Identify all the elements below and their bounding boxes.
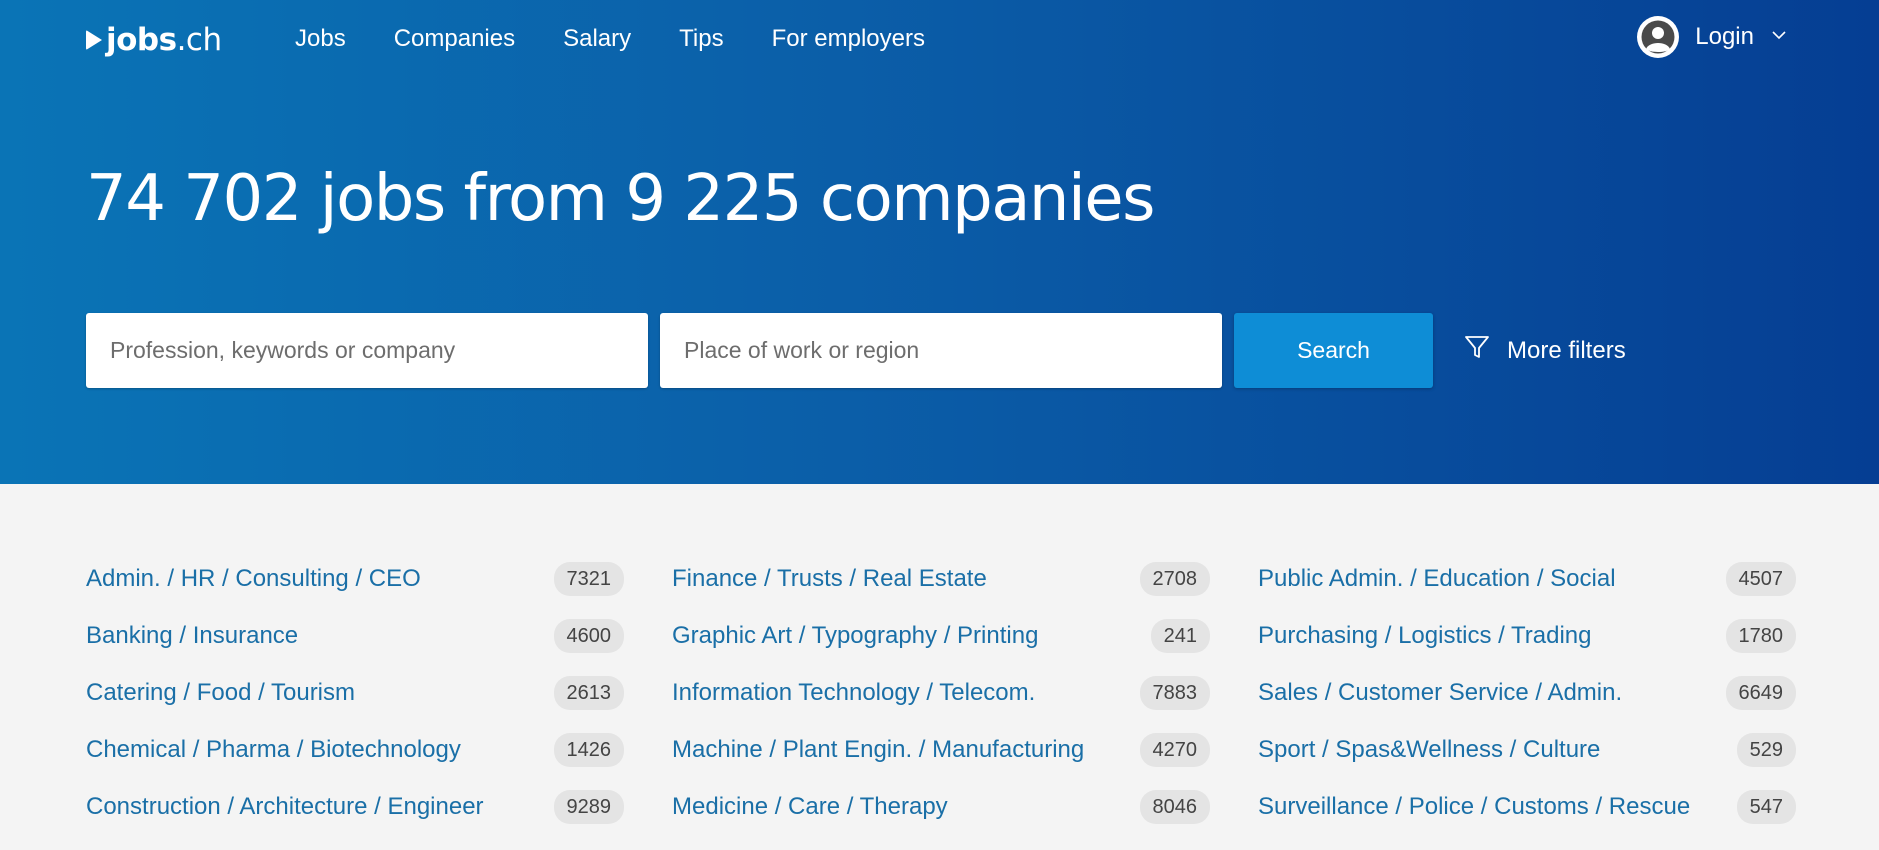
- category-label: Medicine / Care / Therapy: [672, 792, 948, 820]
- category-label: Graphic Art / Typography / Printing: [672, 621, 1039, 649]
- login-menu-button[interactable]: Login: [1639, 18, 1786, 56]
- category-label: Machine / Plant Engin. / Manufacturing: [672, 735, 1085, 763]
- category-column-2: Finance / Trusts / Real Estate 2708 Graph…: [672, 550, 1210, 835]
- category-item[interactable]: Admin. / HR / Consulting / CEO 7321: [86, 550, 624, 607]
- category-count-badge: 2613: [553, 675, 624, 710]
- category-count-badge: 6649: [1725, 675, 1796, 710]
- location-search-input[interactable]: [660, 313, 1222, 388]
- jobs-ch-logo[interactable]: jobs.ch: [86, 22, 222, 58]
- login-label: Login: [1695, 23, 1754, 50]
- category-item[interactable]: Graphic Art / Typography / Printing 241: [672, 607, 1210, 664]
- category-label: Catering / Food / Tourism: [86, 678, 356, 706]
- category-count-badge: 1780: [1725, 618, 1796, 653]
- hero-section: jobs.ch Jobs Companies Salary Tips For e…: [0, 0, 1879, 484]
- avatar-icon: [1639, 18, 1678, 56]
- category-item[interactable]: Medicine / Care / Therapy 8046: [672, 778, 1210, 835]
- category-label: Chemical / Pharma / Biotechnology: [86, 735, 461, 763]
- category-item[interactable]: Banking / Insurance 4600: [86, 607, 624, 664]
- nav-item-salary[interactable]: Salary: [563, 24, 631, 54]
- search-button[interactable]: Search: [1234, 313, 1433, 388]
- category-count-badge: 529: [1736, 732, 1796, 767]
- category-count-badge: 7321: [553, 561, 624, 596]
- filter-funnel-icon: [1463, 333, 1507, 368]
- category-count-badge: 241: [1150, 618, 1210, 653]
- category-label: Purchasing / Logistics / Trading: [1258, 621, 1592, 649]
- main-nav: Jobs Companies Salary Tips For employers: [295, 24, 973, 54]
- category-column-3: Public Admin. / Education / Social 4507 P…: [1258, 550, 1796, 835]
- nav-item-tips[interactable]: Tips: [679, 24, 723, 54]
- category-column-1: Admin. / HR / Consulting / CEO 7321 Banki…: [86, 550, 624, 835]
- category-item[interactable]: Information Technology / Telecom. 7883: [672, 664, 1210, 721]
- chevron-down-icon: [1772, 28, 1786, 47]
- category-item[interactable]: Sales / Customer Service / Admin. 6649: [1258, 664, 1796, 721]
- more-filters-button[interactable]: More filters: [1463, 333, 1626, 368]
- more-filters-label: More filters: [1507, 336, 1626, 364]
- category-item[interactable]: Chemical / Pharma / Biotechnology 1426: [86, 721, 624, 778]
- category-count-badge: 2708: [1139, 561, 1210, 596]
- category-label: Admin. / HR / Consulting / CEO: [86, 564, 421, 592]
- category-item[interactable]: Sport / Spas&Wellness / Culture 529: [1258, 721, 1796, 778]
- category-count-badge: 7883: [1139, 675, 1210, 710]
- category-label: Sport / Spas&Wellness / Culture: [1258, 735, 1601, 763]
- category-label: Finance / Trusts / Real Estate: [672, 564, 987, 592]
- category-item[interactable]: Purchasing / Logistics / Trading 1780: [1258, 607, 1796, 664]
- category-label: Surveillance / Police / Customs / Rescue: [1258, 792, 1691, 820]
- category-count-badge: 547: [1736, 789, 1796, 824]
- category-item[interactable]: Construction / Architecture / Engineer 92…: [86, 778, 624, 835]
- category-item[interactable]: Finance / Trusts / Real Estate 2708: [672, 550, 1210, 607]
- category-label: Information Technology / Telecom.: [672, 678, 1036, 706]
- category-item[interactable]: Public Admin. / Education / Social 4507: [1258, 550, 1796, 607]
- category-item[interactable]: Surveillance / Police / Customs / Rescue…: [1258, 778, 1796, 835]
- nav-item-companies[interactable]: Companies: [394, 24, 515, 54]
- logo-wordmark: jobs.ch: [106, 22, 222, 58]
- category-count-badge: 1426: [553, 732, 624, 767]
- category-count-badge: 4600: [553, 618, 624, 653]
- category-count-badge: 4270: [1139, 732, 1210, 767]
- keywords-search-input[interactable]: [86, 313, 648, 388]
- category-label: Public Admin. / Education / Social: [1258, 564, 1616, 592]
- nav-item-jobs[interactable]: Jobs: [295, 24, 346, 54]
- play-logo-icon: [86, 30, 102, 50]
- category-item[interactable]: Catering / Food / Tourism 2613: [86, 664, 624, 721]
- page-headline: 74 702 jobs from 9 225 companies: [86, 162, 1155, 236]
- job-search-form: Search More filters: [86, 313, 1626, 388]
- category-item[interactable]: Machine / Plant Engin. / Manufacturing 42…: [672, 721, 1210, 778]
- category-label: Construction / Architecture / Engineer: [86, 792, 484, 820]
- category-count-badge: 4507: [1725, 561, 1796, 596]
- category-label: Banking / Insurance: [86, 621, 299, 649]
- category-count-badge: 8046: [1139, 789, 1210, 824]
- nav-item-for-employers[interactable]: For employers: [772, 24, 925, 54]
- category-label: Sales / Customer Service / Admin.: [1258, 678, 1623, 706]
- top-navigation-bar: jobs.ch Jobs Companies Salary Tips For e…: [0, 0, 1879, 78]
- category-count-badge: 9289: [553, 789, 624, 824]
- job-categories: Admin. / HR / Consulting / CEO 7321 Banki…: [86, 550, 1796, 835]
